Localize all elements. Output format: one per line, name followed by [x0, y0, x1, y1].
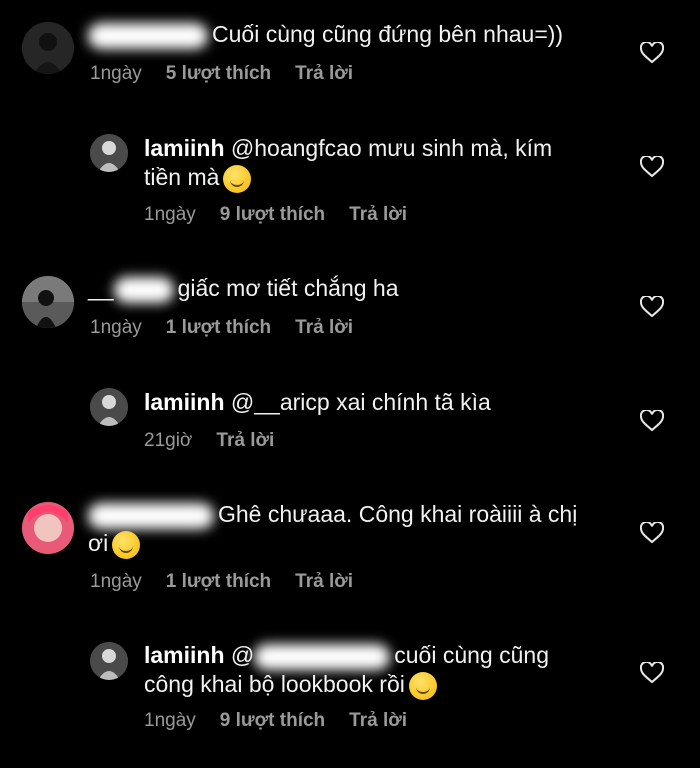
comment-body-line: @hoangfcao mưu sinh mà, kím	[230, 135, 553, 161]
reply-button[interactable]: Trả lời	[349, 204, 407, 225]
reply-button[interactable]: Trả lời	[295, 63, 353, 84]
comment-body-line: ơi	[88, 530, 109, 556]
comment-body-line: cuối cùng cũng	[394, 642, 549, 668]
blurred-username[interactable]	[88, 502, 214, 529]
comment-time: 1ngày	[90, 317, 142, 338]
comment-meta: 1ngày 1 lượt thích Trả lời	[90, 317, 377, 339]
avatar[interactable]	[90, 134, 128, 172]
crying-face-emoji	[223, 164, 252, 193]
likes-count[interactable]: 1 lượt thích	[166, 571, 271, 592]
comment-meta: 1ngày 5 lượt thích Trả lời	[90, 63, 377, 85]
username[interactable]: lamiinh	[144, 389, 225, 415]
username[interactable]: lamiinh	[144, 642, 225, 668]
heart-outline-icon[interactable]	[640, 410, 664, 432]
comment-body-line: tiền mà	[144, 164, 220, 190]
avatar[interactable]	[22, 276, 74, 328]
reply-button[interactable]: Trả lời	[216, 430, 274, 451]
reply-button[interactable]: Trả lời	[295, 571, 353, 592]
comment-time: 1ngày	[90, 63, 142, 84]
avatar[interactable]	[22, 22, 74, 74]
comment-text: lamiinh @__aricp xai chính tã kìa	[144, 388, 491, 417]
comment-meta: 1ngày 1 lượt thích Trả lời	[90, 571, 377, 593]
heart-outline-icon[interactable]	[640, 662, 664, 684]
avatar[interactable]	[90, 388, 128, 426]
likes-count[interactable]: 5 lượt thích	[166, 63, 271, 84]
comment-text: Cuối cùng cũng đứng bên nhau=))	[88, 20, 563, 49]
username[interactable]: lamiinh	[144, 135, 225, 161]
blurred-username[interactable]	[88, 22, 208, 49]
heart-outline-icon[interactable]	[640, 42, 664, 64]
comment-text: Ghê chưaaa. Công khai roàiiii à chị ơi	[88, 500, 577, 559]
heart-outline-icon[interactable]	[640, 156, 664, 178]
blurred-mention[interactable]	[254, 643, 391, 670]
avatar-image	[90, 388, 128, 426]
reply-button[interactable]: Trả lời	[349, 710, 407, 731]
likes-count[interactable]: 1 lượt thích	[166, 317, 271, 338]
comment-meta: 1ngày 9 lượt thích Trả lời	[144, 204, 431, 226]
comment-body-line: Ghê chưaaa. Công khai roàiiii à chị	[218, 501, 578, 527]
comment-body: @__aricp xai chính tã kìa	[230, 389, 491, 415]
reply-button[interactable]: Trả lời	[295, 317, 353, 338]
comment-body: Cuối cùng cũng đứng bên nhau=))	[212, 21, 564, 47]
likes-count[interactable]: 9 lượt thích	[220, 204, 325, 225]
smiling-face-with-hearts-emoji	[112, 530, 141, 559]
comment-time: 1ngày	[144, 710, 196, 731]
avatar-image	[22, 276, 74, 328]
avatar[interactable]	[90, 642, 128, 680]
comment-text: __ giấc mơ tiết chắng ha	[88, 274, 399, 303]
comment-body-line: công khai bộ lookbook rồi	[144, 671, 405, 697]
avatar[interactable]	[22, 502, 74, 554]
avatar-image	[22, 502, 74, 554]
avatar-image	[90, 642, 128, 680]
avatar-image	[22, 22, 74, 74]
heart-outline-icon[interactable]	[640, 522, 664, 544]
heart-outline-icon[interactable]	[640, 296, 664, 318]
comment-time: 1ngày	[90, 571, 142, 592]
comment-text: lamiinh @ cuối cùng cũng công khai bộ loo…	[144, 641, 549, 700]
comment-body: giấc mơ tiết chắng ha	[177, 275, 399, 301]
comment-time: 21giờ	[144, 430, 193, 451]
comment-text: lamiinh @hoangfcao mưu sinh mà, kím tiền…	[144, 134, 552, 193]
comment-time: 1ngày	[144, 204, 196, 225]
avatar-image	[90, 134, 128, 172]
blurred-username[interactable]	[113, 276, 174, 303]
comment-meta: 1ngày 9 lượt thích Trả lời	[144, 710, 431, 732]
zany-face-emoji	[408, 671, 437, 700]
mention-prefix: @	[230, 642, 255, 668]
comment-meta: 21giờ Trả lời	[144, 430, 298, 452]
likes-count[interactable]: 9 lượt thích	[220, 710, 325, 731]
username-prefix: __	[88, 275, 114, 301]
